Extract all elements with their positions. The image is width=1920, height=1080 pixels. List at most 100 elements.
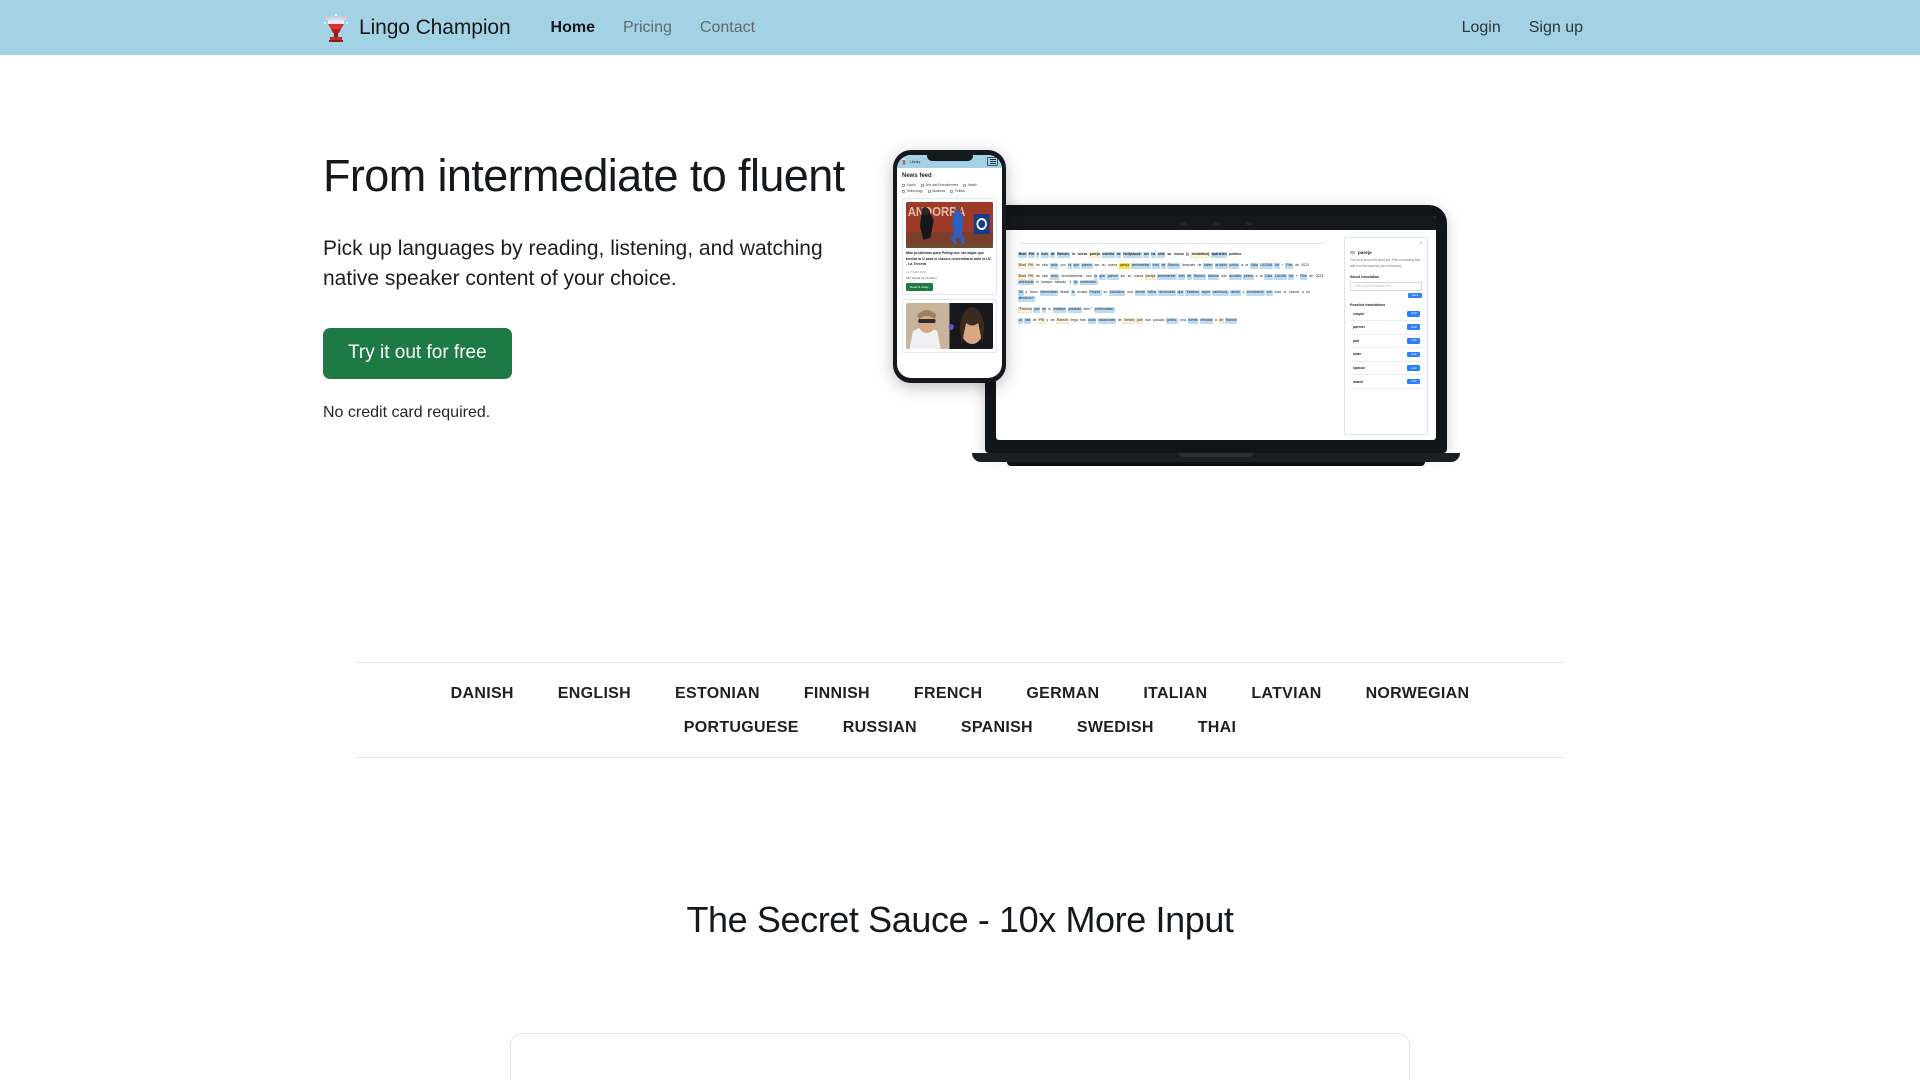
- category-filter[interactable]: Business: [927, 189, 945, 193]
- article-word[interactable]: así: [1143, 252, 1150, 258]
- article-word[interactable]: Film: [1299, 273, 1308, 280]
- article-word[interactable]: desde: [1059, 290, 1069, 296]
- article-word[interactable]: el: [1283, 290, 1287, 296]
- article-word[interactable]: que: [1033, 307, 1041, 313]
- article-word[interactable]: LACMA: [1259, 262, 1273, 269]
- language-item[interactable]: RUSSIAN: [843, 719, 917, 737]
- article-word[interactable]: Ramón,: [1056, 252, 1071, 258]
- article-word[interactable]: pareja: [1089, 252, 1101, 258]
- article-word[interactable]: llega: [1070, 318, 1078, 324]
- article-word[interactable]: riendo: [1230, 290, 1241, 297]
- nav-link-pricing[interactable]: Pricing: [609, 13, 686, 43]
- article-word[interactable]: ser: [1120, 274, 1126, 280]
- article-word[interactable]: Film: [1285, 262, 1294, 269]
- article-word[interactable]: Ambos: [1207, 273, 1220, 280]
- article-word[interactable]: revista: [1076, 290, 1087, 296]
- article-word[interactable]: a: [1301, 290, 1304, 296]
- article-word[interactable]: informaban: [1039, 290, 1059, 297]
- article-word[interactable]: (y: [1186, 252, 1190, 258]
- language-item[interactable]: GERMAN: [1026, 685, 1099, 703]
- article-word[interactable]: de: [1309, 274, 1314, 280]
- article-word[interactable]: fuente: [1134, 290, 1146, 297]
- article-word[interactable]: Ramón: [1056, 317, 1069, 324]
- article-word[interactable]: sido: [1041, 274, 1048, 280]
- article-word[interactable]: pareja: [1119, 262, 1130, 269]
- article-word[interactable]: romántica): [1191, 252, 1210, 258]
- hamburger-icon[interactable]: [987, 157, 998, 166]
- article-word[interactable]: con: [1060, 263, 1067, 269]
- article-word[interactable]: Pitt: [1028, 252, 1035, 258]
- article-word[interactable]: cariñosos,: [1212, 290, 1229, 297]
- article-word[interactable]: parece: [1107, 273, 1119, 280]
- article-word[interactable]: ha: [1035, 274, 1040, 280]
- article-word[interactable]: parece: [1081, 262, 1093, 269]
- article-word[interactable]: que: [1072, 262, 1080, 269]
- article-word[interactable]: alrededor.": [1018, 296, 1036, 303]
- brand-home-link[interactable]: Lingo Champion: [323, 13, 511, 42]
- article-word[interactable]: estaban: [1052, 307, 1067, 313]
- article-word[interactable]: Pitt: [1027, 273, 1034, 280]
- article-word[interactable]: Gala: [1264, 273, 1273, 280]
- article-word[interactable]: y: [1242, 290, 1245, 296]
- translation-input[interactable]: Enter your translation here: [1350, 281, 1422, 291]
- article-word[interactable]: en: [1103, 290, 1108, 296]
- panel-close-icon[interactable]: ✕: [1419, 240, 1423, 245]
- article-word[interactable]: sábado,: [1054, 280, 1067, 286]
- article-word[interactable]: pasando: [1067, 307, 1082, 313]
- article-word[interactable]: La: [1018, 317, 1023, 324]
- article-word[interactable]: Gala: [1250, 262, 1259, 269]
- article-word[interactable]: de: [1294, 263, 1299, 269]
- article-word[interactable]: celebrada: [1018, 279, 1035, 286]
- article-word[interactable]: sido: [1041, 263, 1048, 269]
- article-word[interactable]: Art: [1288, 273, 1294, 280]
- article-word[interactable]: nueva: [1077, 252, 1088, 258]
- article-word[interactable]: noviembre.: [1079, 279, 1098, 286]
- article-word[interactable]: pasado: [1041, 280, 1053, 286]
- article-word[interactable]: pareja: [1145, 273, 1156, 280]
- signup-link[interactable]: Sign up: [1515, 13, 1597, 43]
- read-and-study-button[interactable]: Read & study: [906, 283, 933, 292]
- article-word[interactable]: de: [1197, 263, 1202, 269]
- article-word[interactable]: a: [1241, 263, 1244, 269]
- article-word[interactable]: ha: [1150, 252, 1156, 258]
- article-word[interactable]: Pitt: [1027, 262, 1034, 269]
- article-word[interactable]: la: [1245, 263, 1249, 269]
- article-word[interactable]: visto,: [1050, 273, 1060, 280]
- article-word[interactable]: LACMA: [1274, 273, 1288, 280]
- article-word[interactable]: continuaban.: [1094, 307, 1115, 313]
- article-word[interactable]: a: [1255, 274, 1258, 280]
- article-word[interactable]: tras: [1080, 318, 1087, 324]
- article-word[interactable]: +: [1281, 263, 1284, 269]
- article-word[interactable]: Inés: [1151, 262, 1160, 269]
- article-word[interactable]: Hollywood:: [1122, 252, 1143, 258]
- article-word[interactable]: su: [1127, 274, 1132, 280]
- article-card-2[interactable]: [902, 299, 997, 354]
- nav-link-contact[interactable]: Contact: [686, 13, 769, 43]
- language-item[interactable]: FINNISH: [804, 685, 870, 703]
- article-word[interactable]: exclusiva,: [1109, 290, 1126, 297]
- article-word[interactable]: Ramón,: [1167, 262, 1181, 269]
- article-word[interactable]: 4: [1069, 280, 1072, 286]
- article-word[interactable]: "estaban: [1185, 290, 1200, 297]
- article-word[interactable]: se: [1041, 307, 1047, 313]
- login-link[interactable]: Login: [1448, 13, 1515, 43]
- article-word[interactable]: han: [1145, 318, 1152, 324]
- article-word[interactable]: Brad: [1018, 273, 1027, 280]
- article-word[interactable]: recientemente,: [1061, 274, 1085, 280]
- article-word[interactable]: la: [1093, 273, 1098, 280]
- language-item[interactable]: THAI: [1198, 719, 1237, 737]
- language-item[interactable]: DANISH: [451, 685, 514, 703]
- article-word[interactable]: que: [1136, 317, 1144, 324]
- category-filter[interactable]: Arts and Entertainment: [920, 183, 958, 187]
- speaker-icon[interactable]: [1350, 251, 1355, 254]
- article-word[interactable]: después: [1182, 263, 1196, 269]
- category-filter[interactable]: Health: [963, 183, 977, 187]
- article-word[interactable]: juntos: [1243, 273, 1254, 280]
- article-word[interactable]: Ramón.: [1193, 273, 1207, 280]
- article-word[interactable]: de: [1050, 252, 1056, 258]
- article-word[interactable]: su: [1306, 290, 1311, 296]
- article-word[interactable]: la: [1259, 274, 1263, 280]
- article-word[interactable]: reconocido: [1157, 290, 1176, 297]
- article-word[interactable]: fuente: [1187, 317, 1199, 324]
- article-word[interactable]: Pitt: [1038, 317, 1045, 324]
